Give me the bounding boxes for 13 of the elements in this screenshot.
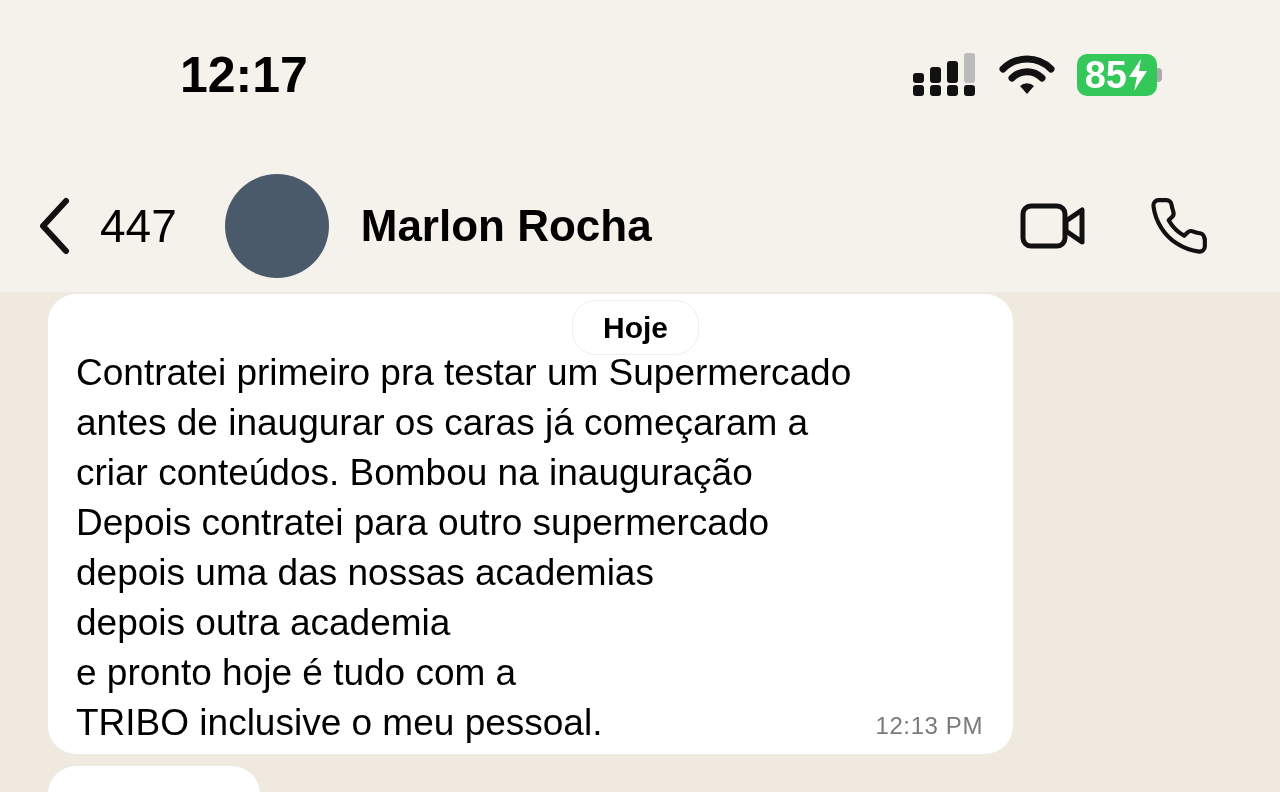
video-call-icon[interactable] — [1020, 203, 1086, 249]
wifi-icon — [998, 55, 1055, 95]
phone-call-icon[interactable] — [1148, 195, 1210, 257]
signal-icon — [912, 53, 977, 97]
contact-name[interactable]: Marlon Rocha — [360, 193, 652, 259]
back-chevron-icon — [38, 197, 70, 255]
charging-bolt-icon — [1127, 58, 1149, 92]
message-time: 12:13 PM — [875, 711, 983, 741]
date-chip: Hoje — [572, 300, 699, 355]
battery-percentage: 85 — [1084, 52, 1127, 98]
battery-tip-icon — [1157, 68, 1162, 82]
back-button[interactable]: 447 — [38, 191, 177, 261]
status-time: 12:17 — [180, 45, 308, 105]
